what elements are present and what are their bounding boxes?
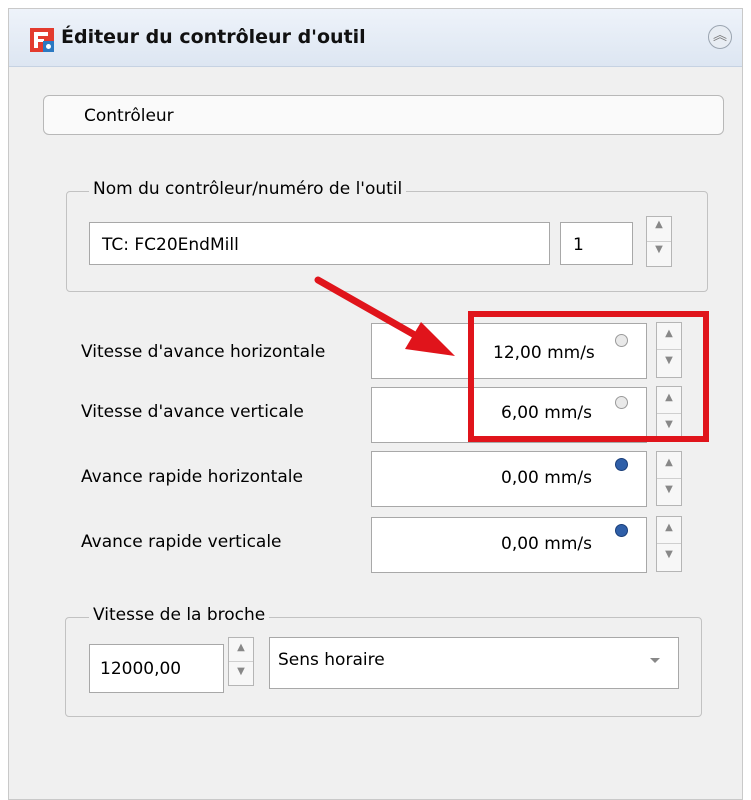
rapid-label-vertical: Avance rapide verticale <box>81 532 282 552</box>
tool-number-input[interactable]: 1 <box>560 222 633 265</box>
annotation-highlight-box <box>468 311 709 442</box>
rapid-horizontal-spinner[interactable]: ▲ ▼ <box>656 451 682 506</box>
spin-down-arrow-icon[interactable]: ▼ <box>229 662 253 686</box>
spindle-direction-value: Sens horaire <box>278 650 385 670</box>
expression-icon[interactable] <box>615 524 628 537</box>
rapid-vertical-input[interactable]: 0,00 mm/s <box>371 517 647 573</box>
spin-up-arrow-icon[interactable]: ▲ <box>657 452 681 479</box>
collapse-chevron-up-icon[interactable]: ︽ <box>708 25 732 49</box>
section-label: Contrôleur <box>84 106 174 126</box>
panel-title: Éditeur du contrôleur d'outil <box>61 26 366 48</box>
rapid-vertical-value: 0,00 mm/s <box>501 534 592 554</box>
spin-down-arrow-icon[interactable]: ▼ <box>647 242 671 267</box>
spindle-speed-value: 12000,00 <box>100 659 182 679</box>
tool-number-value: 1 <box>573 235 584 255</box>
spin-down-arrow-icon[interactable]: ▼ <box>657 544 681 571</box>
spin-down-arrow-icon[interactable]: ▼ <box>657 479 681 506</box>
spindle-group-legend: Vitesse de la broche <box>89 605 270 625</box>
feed-label-horizontal: Vitesse d'avance horizontale <box>81 342 326 362</box>
spindle-speed-input[interactable]: 12000,00 <box>89 644 224 693</box>
rapid-vertical-spinner[interactable]: ▲ ▼ <box>656 516 682 572</box>
rapid-label-horizontal: Avance rapide horizontale <box>81 467 303 487</box>
controller-group-legend: Nom du contrôleur/numéro de l'outil <box>89 179 407 199</box>
controller-name-input[interactable]: TC: FC20EndMill <box>89 222 550 265</box>
spin-up-arrow-icon[interactable]: ▲ <box>657 517 681 544</box>
rapid-horizontal-input[interactable]: 0,00 mm/s <box>371 451 647 507</box>
spin-up-arrow-icon[interactable]: ▲ <box>647 217 671 242</box>
controller-name-value: TC: FC20EndMill <box>102 235 239 255</box>
feed-label-vertical: Vitesse d'avance verticale <box>81 402 304 422</box>
spin-up-arrow-icon[interactable]: ▲ <box>229 638 253 662</box>
freecad-logo-icon <box>30 28 54 52</box>
spindle-direction-select[interactable]: Sens horaire <box>269 637 679 689</box>
expression-icon[interactable] <box>615 458 628 471</box>
spindle-speed-spinner[interactable]: ▲ ▼ <box>228 637 254 686</box>
rapid-horizontal-value: 0,00 mm/s <box>501 468 592 488</box>
chevron-down-icon <box>650 658 660 663</box>
section-controller-header[interactable]: Contrôleur <box>43 95 724 135</box>
panel-titlebar: Éditeur du contrôleur d'outil ︽ <box>9 9 742 67</box>
tool-number-spinner[interactable]: ▲ ▼ <box>646 216 672 267</box>
